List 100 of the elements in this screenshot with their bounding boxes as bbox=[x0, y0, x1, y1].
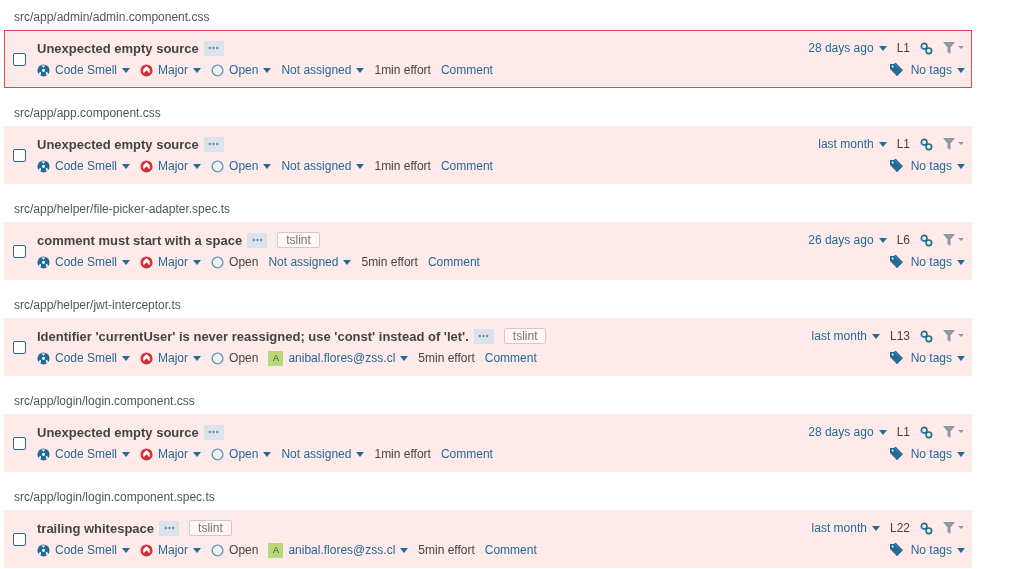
checkbox[interactable] bbox=[13, 148, 26, 162]
file-path: src/app/login/login.component.spec.ts bbox=[13, 489, 216, 506]
link-icon[interactable] bbox=[920, 329, 933, 343]
severity-dropdown[interactable]: Major bbox=[140, 447, 202, 461]
caret-icon bbox=[263, 163, 272, 169]
link-icon[interactable] bbox=[920, 137, 933, 151]
severity-dropdown[interactable]: Major bbox=[140, 543, 202, 557]
link-icon[interactable] bbox=[920, 41, 933, 55]
link-icon[interactable] bbox=[920, 425, 933, 439]
rule-tag: tslint bbox=[503, 328, 547, 344]
status-icon bbox=[211, 543, 225, 557]
type-dropdown[interactable]: Code Smell bbox=[37, 63, 131, 77]
issue-card[interactable]: comment must start with a space tslint Code Smell Major Open Not assigned 5min effort Comment 26 days ago L6 No tags bbox=[4, 222, 972, 280]
status-icon bbox=[211, 447, 225, 461]
date-dropdown[interactable]: last month bbox=[818, 137, 887, 151]
type-dropdown[interactable]: Code Smell bbox=[37, 255, 131, 269]
status-icon bbox=[211, 159, 225, 173]
issue-card[interactable]: Unexpected empty source Code Smell Major Open Not assigned 1min effort Comment 28 days ago L1 No tags bbox=[4, 30, 972, 88]
more-button[interactable] bbox=[203, 424, 224, 440]
status-dropdown[interactable]: Open bbox=[211, 159, 272, 173]
tags-dropdown[interactable]: No tags bbox=[889, 543, 965, 557]
date-dropdown[interactable]: 28 days ago bbox=[808, 425, 887, 439]
file-path: src/app/helper/jwt-interceptor.ts bbox=[13, 297, 182, 314]
code-smell-icon bbox=[37, 63, 50, 77]
caret-icon bbox=[193, 355, 202, 361]
severity-dropdown[interactable]: Major bbox=[140, 63, 202, 77]
caret-icon bbox=[957, 67, 965, 73]
file-path: src/app/helper/file-picker-adapter.spec.ts bbox=[13, 201, 232, 218]
issue-message[interactable]: Unexpected empty source bbox=[37, 40, 199, 56]
type-dropdown[interactable]: Code Smell bbox=[37, 159, 131, 173]
comment-link[interactable]: Comment bbox=[440, 63, 493, 77]
assignee-dropdown[interactable]: Not assigned bbox=[281, 159, 365, 173]
tag-icon bbox=[889, 159, 906, 173]
issue-message[interactable]: Unexpected empty source bbox=[37, 136, 199, 152]
assignee-dropdown[interactable]: Not assigned bbox=[268, 255, 352, 269]
tags-dropdown[interactable]: No tags bbox=[889, 63, 965, 77]
link-icon[interactable] bbox=[920, 521, 933, 535]
link-icon[interactable] bbox=[920, 233, 933, 247]
status-dropdown[interactable]: Open bbox=[211, 447, 272, 461]
tag-icon bbox=[889, 543, 906, 557]
checkbox[interactable] bbox=[13, 436, 26, 450]
severity-dropdown[interactable]: Major bbox=[140, 351, 202, 365]
checkbox[interactable] bbox=[13, 52, 26, 66]
caret-icon bbox=[957, 259, 965, 265]
date-dropdown[interactable]: last month bbox=[811, 521, 880, 535]
comment-link[interactable]: Comment bbox=[427, 255, 480, 269]
type-dropdown[interactable]: Code Smell bbox=[37, 351, 131, 365]
more-button[interactable] bbox=[203, 136, 224, 152]
type-dropdown[interactable]: Code Smell bbox=[37, 447, 131, 461]
comment-link[interactable]: Comment bbox=[484, 543, 537, 557]
severity-dropdown[interactable]: Major bbox=[140, 159, 202, 173]
tags-dropdown[interactable]: No tags bbox=[889, 351, 965, 365]
assignee-dropdown[interactable]: Not assigned bbox=[281, 447, 365, 461]
status-icon bbox=[211, 351, 225, 365]
more-button[interactable] bbox=[473, 328, 494, 344]
status-label: Open bbox=[211, 543, 259, 557]
issue-message[interactable]: trailing whitespace bbox=[37, 520, 155, 536]
caret-icon bbox=[356, 451, 365, 457]
severity-dropdown[interactable]: Major bbox=[140, 255, 202, 269]
effort-label: 1min effort bbox=[374, 447, 431, 461]
dots-icon bbox=[208, 46, 220, 50]
issue-message[interactable]: Identifier 'currentUser' is never reassigned; use 'const' instead of 'let'. bbox=[37, 328, 469, 344]
tags-dropdown[interactable]: No tags bbox=[889, 255, 965, 269]
tags-dropdown[interactable]: No tags bbox=[889, 447, 965, 461]
dots-icon bbox=[163, 526, 175, 530]
date-dropdown[interactable]: 26 days ago bbox=[808, 233, 887, 247]
status-dropdown[interactable]: Open bbox=[211, 63, 272, 77]
issue-card[interactable]: Unexpected empty source Code Smell Major Open Not assigned 1min effort Comment last month L1 No tags bbox=[4, 126, 972, 184]
assignee-dropdown[interactable]: A anibal.flores@zss.cl bbox=[268, 542, 409, 558]
tags-dropdown[interactable]: No tags bbox=[889, 159, 965, 173]
more-button[interactable] bbox=[247, 232, 268, 248]
severity-icon bbox=[140, 447, 154, 461]
more-button[interactable] bbox=[159, 520, 180, 536]
issue-message[interactable]: Unexpected empty source bbox=[37, 424, 199, 440]
more-button[interactable] bbox=[203, 40, 224, 56]
tag-icon bbox=[889, 351, 906, 365]
date-dropdown[interactable]: last month bbox=[811, 329, 880, 343]
assignee-dropdown[interactable]: A anibal.flores@zss.cl bbox=[268, 350, 409, 366]
checkbox[interactable] bbox=[13, 532, 26, 546]
issue-card[interactable]: trailing whitespace tslint Code Smell Major Open A anibal.flores@zss.cl 5min effort Comment last month L22 No tags bbox=[4, 510, 972, 568]
checkbox[interactable] bbox=[13, 244, 26, 258]
caret-icon bbox=[122, 547, 131, 553]
comment-link[interactable]: Comment bbox=[440, 447, 493, 461]
status-label: Open bbox=[211, 351, 259, 365]
tag-icon bbox=[889, 447, 906, 461]
code-smell-icon bbox=[37, 255, 50, 269]
issue-card[interactable]: Unexpected empty source Code Smell Major Open Not assigned 1min effort Comment 28 days ago L1 No tags bbox=[4, 414, 972, 472]
comment-link[interactable]: Comment bbox=[440, 159, 493, 173]
checkbox[interactable] bbox=[13, 340, 26, 354]
issue-card[interactable]: Identifier 'currentUser' is never reassigned; use 'const' instead of 'let'. tslint Code Smell Major Open A anibal.flores@zss.cl 5min effort Comment last month L13 No tags bbox=[4, 318, 972, 376]
type-dropdown[interactable]: Code Smell bbox=[37, 543, 131, 557]
caret-icon bbox=[957, 163, 965, 169]
severity-icon bbox=[140, 255, 154, 269]
status-icon bbox=[211, 255, 225, 269]
issue-message[interactable]: comment must start with a space bbox=[37, 232, 243, 248]
assignee-dropdown[interactable]: Not assigned bbox=[281, 63, 365, 77]
comment-link[interactable]: Comment bbox=[484, 351, 537, 365]
caret-icon bbox=[400, 547, 409, 553]
date-dropdown[interactable]: 28 days ago bbox=[808, 41, 887, 55]
caret-icon bbox=[193, 547, 202, 553]
